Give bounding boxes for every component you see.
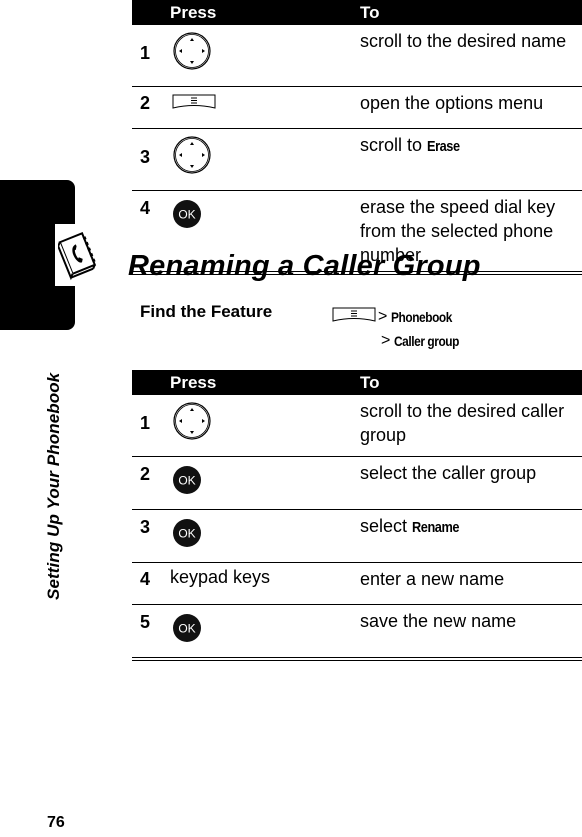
path-item: Caller group: [394, 333, 460, 349]
section-title: Renaming a Caller Group: [128, 250, 481, 282]
table-row: 4 keypad keys enter a new name: [132, 562, 582, 605]
step-number: 1: [132, 25, 170, 87]
step-number: 5: [132, 604, 170, 661]
menu-keyword: Rename: [412, 519, 460, 536]
header-to: To: [360, 0, 582, 25]
steps-table-2: Press To 1 scroll to the desired caller …: [132, 370, 582, 661]
svg-text:OK: OK: [178, 474, 195, 488]
find-feature-path: > Phonebook > Caller group: [332, 305, 471, 353]
find-path-line: > Phonebook: [332, 305, 471, 329]
menu-keyword: Erase: [427, 138, 460, 155]
table-row: 1 scroll to the desired name: [132, 25, 582, 87]
step-number: 3: [132, 509, 170, 563]
table-header: Press To: [132, 370, 582, 395]
table-row: 3 OK select Rename: [132, 509, 582, 563]
header-press: Press: [170, 0, 360, 25]
step-action: scroll to the desired name: [360, 25, 582, 87]
step-number: 4: [132, 562, 170, 605]
table-row: 2 open the options menu: [132, 86, 582, 129]
step-action: select the caller group: [360, 456, 582, 510]
path-item: Phonebook: [391, 309, 453, 325]
ok-key-icon: OK: [172, 518, 202, 553]
step-action: scroll to Erase: [360, 128, 582, 191]
nav-key-icon: [172, 135, 212, 180]
table-header: Press To: [132, 0, 582, 25]
step-action: save the new name: [360, 604, 582, 661]
steps-table-1: Press To 1 scroll to the desired name 2 …: [132, 0, 582, 275]
action-text: scroll to: [360, 135, 428, 155]
table-row: 2 OK select the caller group: [132, 456, 582, 510]
ok-key-icon: OK: [172, 613, 202, 648]
nav-key-icon: [172, 31, 212, 76]
find-path-line: > Caller group: [332, 329, 471, 353]
table-row: 3 scroll to Erase: [132, 128, 582, 191]
menu-key-icon: [172, 94, 216, 115]
step-number: 2: [132, 456, 170, 510]
svg-text:OK: OK: [178, 622, 195, 636]
action-text: select: [360, 516, 413, 536]
path-separator: >: [378, 308, 388, 325]
svg-text:OK: OK: [178, 208, 195, 222]
step-number: 2: [132, 86, 170, 129]
step-action: select Rename: [360, 509, 582, 563]
ok-key-icon: OK: [172, 199, 202, 234]
chapter-title: Setting Up Your Phonebook: [44, 372, 63, 600]
step-number: 1: [132, 395, 170, 457]
step-action: enter a new name: [360, 562, 582, 605]
path-separator: >: [381, 332, 391, 349]
table-row: 1 scroll to the desired caller group: [132, 395, 582, 457]
find-feature-label: Find the Feature: [140, 302, 273, 321]
step-action: scroll to the desired caller group: [360, 395, 582, 457]
header-num: [132, 370, 170, 395]
keypad-keys-text: keypad keys: [170, 567, 271, 587]
header-num: [132, 0, 170, 25]
step-number: 3: [132, 128, 170, 191]
ok-key-icon: OK: [172, 465, 202, 500]
nav-key-icon: [172, 401, 212, 446]
menu-key-icon: [332, 307, 376, 328]
header-press: Press: [170, 370, 360, 395]
phonebook-icon: [58, 231, 97, 281]
table-row: 5 OK save the new name: [132, 604, 582, 661]
header-to: To: [360, 370, 582, 395]
chapter-tab-icon-box: [55, 224, 100, 286]
svg-text:OK: OK: [178, 527, 195, 541]
page-number: 76: [47, 814, 65, 831]
step-action: open the options menu: [360, 86, 582, 129]
